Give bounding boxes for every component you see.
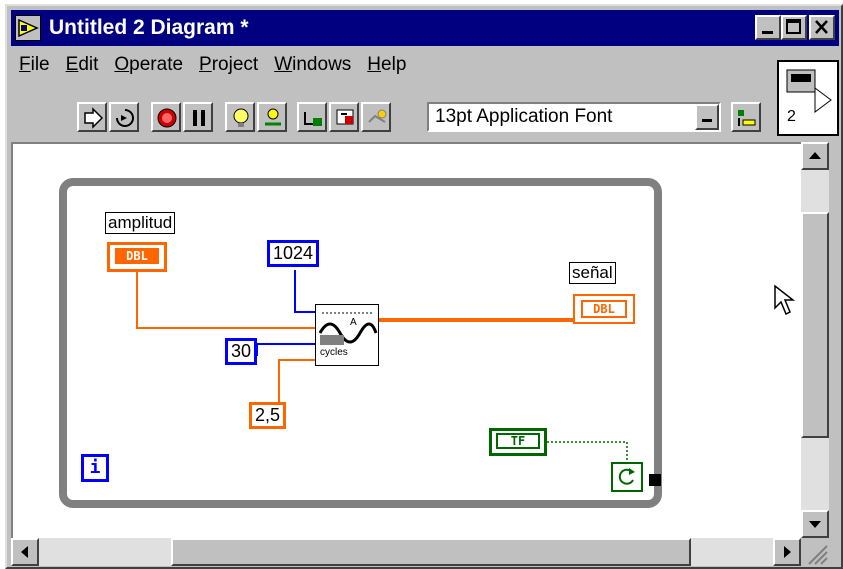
offset-wire <box>278 359 315 404</box>
sine-pattern-subvi[interactable]: A cycles <box>315 304 379 366</box>
step-into-button[interactable] <box>257 102 287 132</box>
minimize-button[interactable] <box>755 15 781 40</box>
font-selector[interactable]: 13pt Application Font <box>427 102 721 132</box>
menu-bar: File Edit Operate Project Windows Help <box>11 50 414 82</box>
vertical-scroll-thumb[interactable] <box>801 212 829 438</box>
pause-button[interactable] <box>183 102 213 132</box>
close-button[interactable] <box>809 15 835 40</box>
scroll-right-button[interactable] <box>773 538 801 566</box>
offset-constant[interactable]: 2,5 <box>249 402 287 429</box>
highlight-execution-button[interactable] <box>225 102 255 132</box>
toolbar: 13pt Application Font <box>7 82 767 142</box>
wires-layer <box>59 178 662 508</box>
chevron-down-icon[interactable] <box>695 104 719 130</box>
amplitud-wire <box>136 270 315 329</box>
diagram-window: Untitled 2 Diagram * File Edit Operate P… <box>5 4 843 569</box>
align-objects-button[interactable] <box>731 102 761 132</box>
scroll-up-button[interactable] <box>801 142 829 170</box>
step-out-button[interactable] <box>329 102 359 132</box>
step-over-button[interactable] <box>297 102 327 132</box>
amplitud-label[interactable]: amplitud <box>105 212 176 234</box>
stop-terminal-dot <box>649 474 661 486</box>
boolean-type: TF <box>496 433 540 449</box>
connector-number: 2 <box>787 108 796 125</box>
senal-type: DBL <box>581 300 627 318</box>
title-bar[interactable]: Untitled 2 Diagram * <box>11 10 839 46</box>
subvi-cycles-label: cycles <box>320 347 348 358</box>
run-button[interactable] <box>77 102 107 132</box>
refresh-icon <box>618 468 635 485</box>
samples-constant[interactable]: 1024 <box>267 240 320 267</box>
run-continuously-button[interactable] <box>109 102 139 132</box>
labview-vi-icon <box>15 15 41 41</box>
subvi-amplitude-label: A <box>350 317 357 328</box>
maximize-button[interactable] <box>781 15 807 40</box>
menu-help[interactable]: Help <box>359 50 414 82</box>
abort-button[interactable] <box>151 102 181 132</box>
scroll-down-button[interactable] <box>801 510 829 538</box>
loop-condition-terminal[interactable] <box>611 462 643 492</box>
boolean-wire <box>547 441 628 464</box>
menu-operate[interactable]: Operate <box>106 50 191 82</box>
scroll-left-button[interactable] <box>11 538 39 566</box>
menu-project[interactable]: Project <box>191 50 266 82</box>
menu-edit[interactable]: Edit <box>58 50 107 82</box>
warning-button[interactable] <box>361 102 391 132</box>
samples-wire <box>294 270 315 313</box>
senal-label[interactable]: señal <box>569 262 616 284</box>
menu-windows[interactable]: Windows <box>266 50 359 82</box>
resize-grip[interactable] <box>801 538 829 566</box>
horizontal-scroll-thumb[interactable] <box>171 538 691 566</box>
mouse-pointer-icon <box>774 284 796 316</box>
horizontal-scrollbar[interactable] <box>11 538 801 566</box>
vertical-scrollbar[interactable] <box>801 142 829 538</box>
block-diagram[interactable]: amplitud DBL 1024 A cycles 30 2,5 señal … <box>11 142 801 538</box>
vi-connector-pane[interactable]: 2 <box>777 60 839 136</box>
cycles-constant[interactable]: 30 <box>225 338 258 365</box>
senal-terminal[interactable]: DBL <box>573 294 635 324</box>
window-title: Untitled 2 Diagram * <box>49 16 249 39</box>
cycles-wire <box>256 343 315 356</box>
boolean-constant[interactable]: TF <box>489 428 547 456</box>
amplitud-terminal[interactable]: DBL <box>107 242 167 272</box>
menu-file[interactable]: File <box>11 50 58 82</box>
iteration-terminal[interactable]: i <box>81 454 109 482</box>
amplitud-type: DBL <box>115 248 159 264</box>
